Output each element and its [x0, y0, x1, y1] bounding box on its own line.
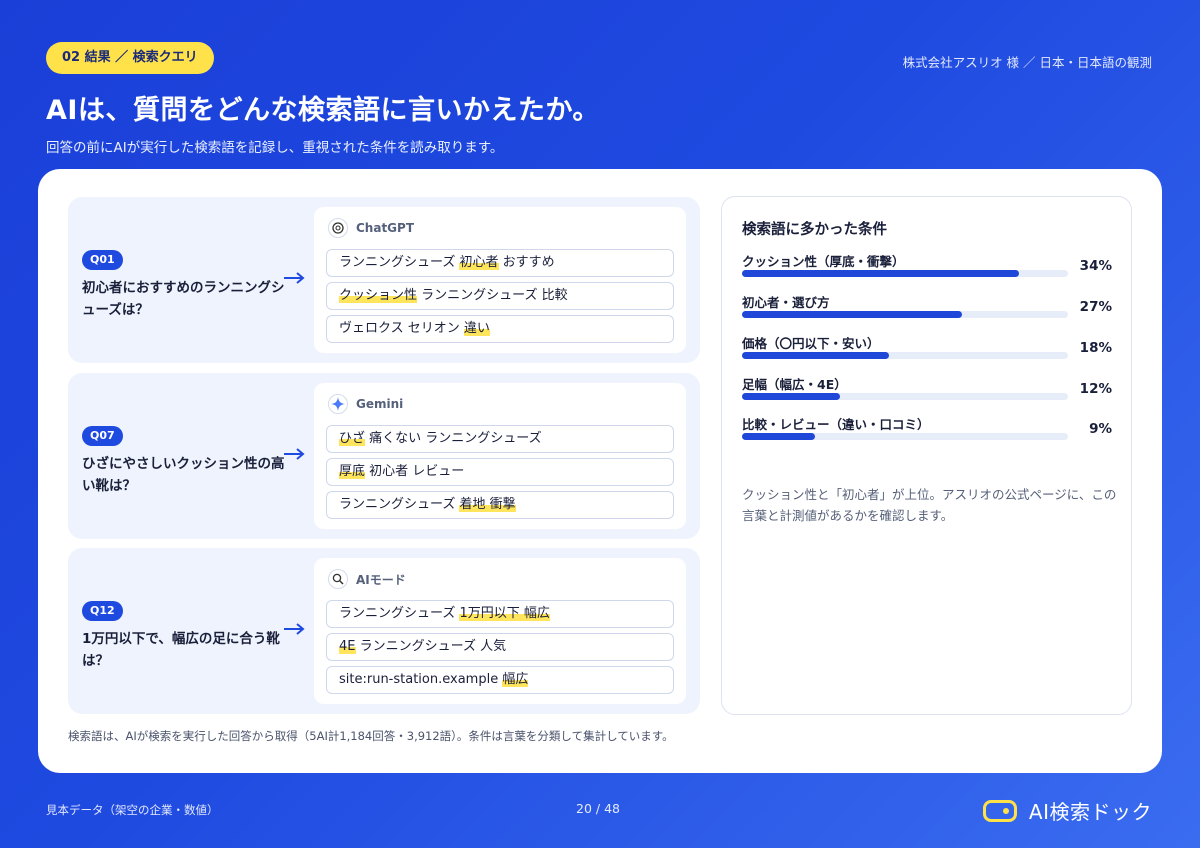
chatgpt-icon [328, 218, 348, 238]
question-block-q07: Q07 ひざにやさしいクッション性の高い靴は？ Gemini ひざ 痛くない ラ… [68, 373, 700, 539]
condition-label: 比較・レビュー（違い・口コミ） [742, 417, 930, 432]
condition-percent: 27% [1079, 299, 1112, 315]
condition-bar-fill [742, 433, 816, 440]
search-query: ランニングシューズ 1万円以下 幅広 [326, 600, 674, 628]
query-highlight: 着地 衝撃 [459, 497, 516, 512]
query-text: 痛くない ランニングシューズ [365, 431, 542, 446]
section-badge: 02 結果 ／ 検索クエリ [46, 42, 214, 74]
query-highlight: 4E [339, 639, 356, 654]
condition-bar-fill [742, 352, 889, 359]
condition-label: 足幅（幅広・4E） [742, 377, 847, 392]
engine-panel: Gemini ひざ 痛くない ランニングシューズ 厚底 初心者 レビュー ランニ… [314, 383, 686, 529]
engine-header: AIモード [328, 568, 406, 590]
question-block-q01: Q01 初心者におすすめのランニングシューズは？ ChatGPT ランニングシュ… [68, 197, 700, 363]
page-subtitle: 回答の前にAIが実行した検索語を記録し、重視された条件を読み取ります。 [46, 140, 504, 156]
brand-logo: AI検索ドック [982, 796, 1152, 825]
query-text: ランニングシューズ [339, 255, 460, 270]
condition-row: 初心者・選び方 27% [742, 292, 1112, 332]
client-label: 株式会社アスリオ 様 ／ 日本・日本語の観測 [902, 55, 1152, 70]
engine-panel: AIモード ランニングシューズ 1万円以下 幅広 4E ランニングシューズ 人気… [314, 558, 686, 704]
condition-bar-track [742, 393, 1068, 400]
condition-bar-fill [742, 270, 1020, 277]
main-card: Q01 初心者におすすめのランニングシューズは？ ChatGPT ランニングシュ… [38, 169, 1162, 773]
conditions-panel: 検索語に多かった条件 クッション性（厚底・衝撃） 34% 初心者・選び方 27%… [721, 196, 1132, 715]
engine-name: Gemini [356, 397, 404, 411]
search-query: クッション性 ランニングシューズ 比較 [326, 282, 674, 310]
query-text: 初心者 レビュー [365, 464, 465, 479]
condition-bar-track [742, 352, 1068, 359]
conditions-title: 検索語に多かった条件 [742, 222, 887, 238]
question-id-tag: Q12 [82, 601, 123, 621]
sample-data-label: 見本データ（架空の企業・数値） [46, 803, 219, 817]
engine-panel: ChatGPT ランニングシューズ 初心者 おすすめ クッション性 ランニングシ… [314, 207, 686, 353]
arrow-right-icon [284, 448, 305, 460]
brand-toggle-icon [982, 799, 1017, 822]
query-text: ランニングシューズ 比較 [417, 288, 568, 303]
arrow-right-icon [284, 623, 305, 635]
query-highlight: 厚底 [339, 464, 366, 479]
condition-percent: 9% [1089, 421, 1112, 437]
condition-percent: 34% [1079, 258, 1112, 274]
query-highlight: 1万円以下 幅広 [459, 606, 550, 621]
question-text: 初心者におすすめのランニングシューズは？ [82, 280, 285, 318]
engine-name: ChatGPT [356, 221, 415, 235]
search-query: ヴェロクス セリオン 違い [326, 315, 674, 343]
arrow-right-icon [284, 272, 305, 284]
query-text: site:run-station.example [339, 672, 503, 687]
query-text: ランニングシューズ [339, 497, 460, 512]
query-text: ランニングシューズ 人気 [355, 639, 507, 654]
query-highlight: 初心者 [459, 255, 499, 270]
gemini-sparkle-icon [328, 394, 348, 414]
query-highlight: クッション性 [339, 288, 418, 303]
question-block-q12: Q12 1万円以下で、幅広の足に合う靴は？ AIモード ランニングシューズ 1万… [68, 548, 700, 714]
condition-bar-fill [742, 393, 840, 400]
engine-name: AIモード [356, 572, 406, 587]
engine-header: Gemini [328, 393, 403, 415]
condition-row: 価格（〇円以下・安い） 18% [742, 333, 1112, 373]
query-highlight: 違い [463, 321, 490, 336]
condition-label: 価格（〇円以下・安い） [742, 336, 880, 351]
footnote: 検索語は、AIが検索を実行した回答から取得（5AI計1,184回答・3,912語… [68, 729, 674, 743]
search-query: site:run-station.example 幅広 [326, 666, 674, 694]
ai-mode-search-icon [328, 569, 348, 589]
condition-label: 初心者・選び方 [742, 295, 830, 310]
search-query: ランニングシューズ 着地 衝撃 [326, 491, 674, 519]
search-query: ひざ 痛くない ランニングシューズ [326, 425, 674, 453]
query-text: ランニングシューズ [339, 606, 460, 621]
query-text: おすすめ [498, 255, 555, 270]
question-id-tag: Q07 [82, 426, 123, 446]
query-text: ヴェロクス セリオン [339, 321, 464, 336]
condition-percent: 18% [1079, 340, 1112, 356]
query-highlight: 幅広 [502, 672, 529, 687]
condition-row: 足幅（幅広・4E） 12% [742, 374, 1112, 414]
question-text: 1万円以下で、幅広の足に合う靴は？ [82, 631, 280, 669]
search-query: ランニングシューズ 初心者 おすすめ [326, 249, 674, 277]
condition-bar-track [742, 270, 1068, 277]
engine-header: ChatGPT [328, 217, 414, 239]
query-highlight: ひざ [339, 431, 366, 446]
condition-label: クッション性（厚底・衝撃） [742, 254, 905, 269]
conditions-note: クッション性と「初心者」が上位。アスリオの公式ページに、この言葉と計測値があるか… [742, 487, 1117, 523]
condition-percent: 12% [1079, 381, 1112, 397]
page-title: AIは、質問をどんな検索語に言いかえたか。 [46, 95, 600, 126]
condition-bar-track [742, 433, 1068, 440]
condition-bar-track [742, 311, 1068, 318]
search-query: 4E ランニングシューズ 人気 [326, 633, 674, 661]
search-query: 厚底 初心者 レビュー [326, 458, 674, 486]
condition-row: 比較・レビュー（違い・口コミ） 9% [742, 414, 1112, 454]
brand-name: AI検索ドック [1028, 800, 1152, 824]
question-id-tag: Q01 [82, 250, 123, 270]
question-text: ひざにやさしいクッション性の高い靴は？ [82, 456, 285, 494]
page-number: 20 / 48 [576, 801, 620, 816]
condition-row: クッション性（厚底・衝撃） 34% [742, 251, 1112, 291]
condition-bar-fill [742, 311, 963, 318]
